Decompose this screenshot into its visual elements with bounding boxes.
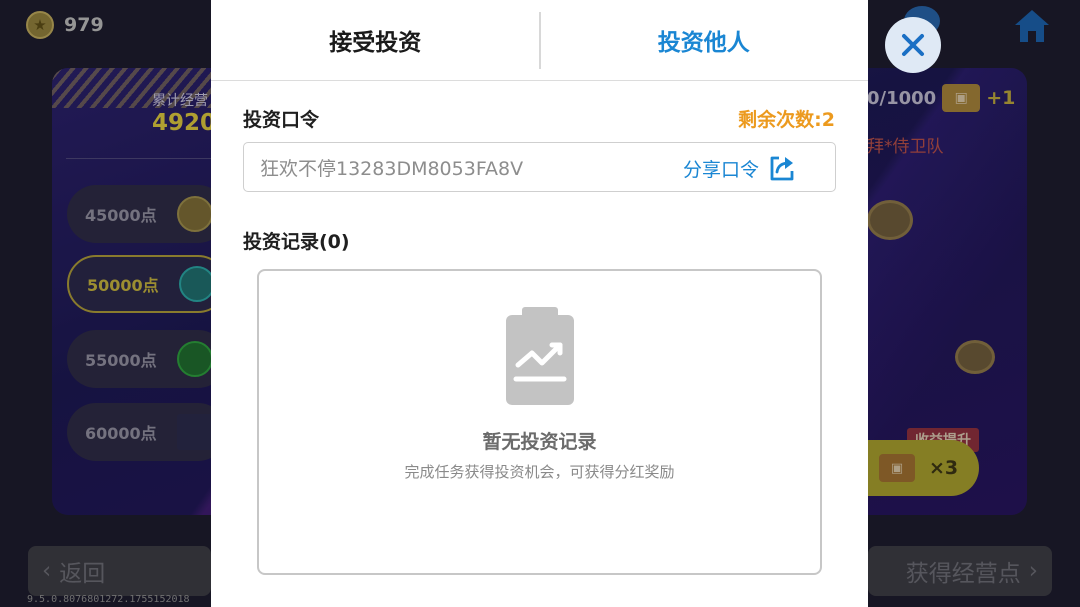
tab-invest-others[interactable]: 投资他人 — [540, 0, 869, 80]
close-button[interactable] — [885, 17, 941, 73]
tab-divider — [539, 12, 541, 69]
clipboard-chart-icon — [506, 307, 574, 405]
code-value: 狂欢不停13283DM8053FA8V — [260, 157, 524, 180]
empty-subtitle: 完成任务获得投资机会，可获得分红奖励 — [404, 463, 675, 481]
tab-accept-investment[interactable]: 接受投资 — [211, 0, 540, 80]
records-empty-state: 暂无投资记录 完成任务获得投资机会，可获得分红奖励 — [257, 269, 822, 575]
records-title: 投资记录(0) — [243, 231, 350, 253]
share-icon — [770, 156, 794, 181]
code-field[interactable]: 狂欢不停13283DM8053FA8V 分享口令 — [243, 142, 836, 192]
tab-bar: 接受投资 投资他人 — [211, 0, 868, 81]
share-label: 分享口令 — [682, 158, 759, 181]
investment-modal: 接受投资 投资他人 投资口令 剩余次数:2 狂欢不停13283DM8053FA8… — [211, 0, 868, 607]
share-code-button[interactable]: 分享口令 — [683, 153, 797, 183]
empty-title: 暂无投资记录 — [482, 431, 597, 453]
code-section-title: 投资口令 — [243, 109, 320, 131]
remaining-count: 剩余次数:2 — [738, 109, 835, 131]
close-icon — [902, 34, 924, 56]
